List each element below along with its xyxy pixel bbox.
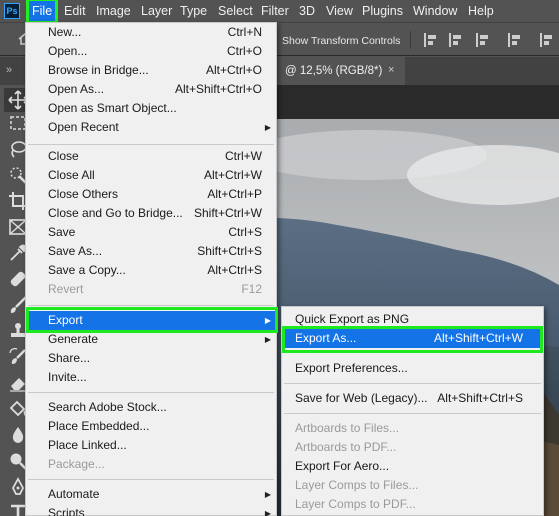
menu-item-open-as-smart-object[interactable]: Open as Smart Object... xyxy=(26,99,276,118)
menu-divider xyxy=(28,479,274,480)
menu-help[interactable]: Help xyxy=(468,0,494,22)
divider xyxy=(410,31,411,49)
menu-item-automate[interactable]: Automate ▶ xyxy=(26,485,276,504)
menu-plugins[interactable]: Plugins xyxy=(362,0,403,22)
menu-item-close-others[interactable]: Close Others Alt+Ctrl+P xyxy=(26,185,276,204)
menu-select[interactable]: Select xyxy=(218,0,253,22)
menu-type[interactable]: Type xyxy=(180,0,207,22)
menu-divider xyxy=(284,413,541,414)
menu-item-save[interactable]: Save Ctrl+S xyxy=(26,223,276,242)
align-right-edges-icon[interactable] xyxy=(476,33,490,47)
menu-bar: Ps File Edit Image Layer Type Select Fil… xyxy=(0,0,559,24)
submenu-arrow-icon: ▶ xyxy=(264,316,271,325)
align-left-edges-icon[interactable] xyxy=(424,33,438,47)
menu-item-open-as[interactable]: Open As... Alt+Shift+Ctrl+O xyxy=(26,80,276,99)
menu-item-place-linked[interactable]: Place Linked... xyxy=(26,436,276,455)
document-tab[interactable]: @ 12,5% (RGB/8*) × xyxy=(275,57,405,85)
menu-item-export[interactable]: Export ▶ xyxy=(26,311,276,330)
menu-item-export-for-aero[interactable]: Export For Aero... xyxy=(282,457,543,476)
document-tab-title: @ 12,5% (RGB/8*) xyxy=(285,65,383,77)
menu-view[interactable]: View xyxy=(326,0,353,22)
menu-window[interactable]: Window xyxy=(413,0,457,22)
menu-item-close-and-go-to-bridge[interactable]: Close and Go to Bridge... Shift+Ctrl+W xyxy=(26,204,276,223)
align-top-edges-icon[interactable] xyxy=(508,33,522,47)
menu-image[interactable]: Image xyxy=(96,0,131,22)
menu-item-search-adobe-stock[interactable]: Search Adobe Stock... xyxy=(26,398,276,417)
menu-item-artboards-to-files: Artboards to Files... xyxy=(295,421,400,435)
file-menu: New... Ctrl+N Open... Ctrl+O Browse in Bri… xyxy=(25,22,277,516)
menu-item-generate[interactable]: Generate ▶ xyxy=(26,330,276,349)
menu-item-export-as[interactable]: Export As... Alt+Shift+Ctrl+W xyxy=(282,329,543,348)
menu-item-scripts[interactable]: Scripts ▶ xyxy=(26,504,276,516)
menu-item-save-a-copy[interactable]: Save a Copy... Alt+Ctrl+S xyxy=(26,261,276,280)
submenu-arrow-icon: ▶ xyxy=(264,490,271,499)
menu-item-new[interactable]: New... Ctrl+N xyxy=(26,23,276,42)
menu-layer[interactable]: Layer xyxy=(141,0,172,22)
distribute-icon[interactable] xyxy=(540,33,554,47)
menu-item-quick-export-as-png[interactable]: Quick Export as PNG xyxy=(282,310,543,329)
menu-3d[interactable]: 3D xyxy=(299,0,315,22)
menu-item-close[interactable]: Close Ctrl+W xyxy=(26,147,276,166)
menu-item-package: Package... xyxy=(48,457,105,471)
submenu-arrow-icon: ▶ xyxy=(264,335,271,344)
menu-item-layer-comps-to-pdf: Layer Comps to PDF... xyxy=(295,497,416,511)
collapse-panels-icon[interactable]: » xyxy=(6,64,12,76)
menu-divider xyxy=(284,352,541,353)
menu-item-close-all[interactable]: Close All Alt+Ctrl+W xyxy=(26,166,276,185)
export-submenu: Quick Export as PNG Export As... Alt+Shif… xyxy=(281,306,544,516)
menu-item-open-recent[interactable]: Open Recent ▶ xyxy=(26,118,276,137)
menu-item-place-embedded[interactable]: Place Embedded... xyxy=(26,417,276,436)
photoshop-logo-icon[interactable]: Ps xyxy=(4,3,20,19)
menu-item-artboards-to-pdf: Artboards to PDF... xyxy=(295,440,397,454)
submenu-arrow-icon: ▶ xyxy=(264,509,271,516)
menu-divider xyxy=(28,392,274,393)
menu-item-save-for-web[interactable]: Save for Web (Legacy)... Alt+Shift+Ctrl+S xyxy=(282,389,543,408)
menu-divider xyxy=(28,144,274,145)
menu-divider xyxy=(284,383,541,384)
menu-item-open[interactable]: Open... Ctrl+O xyxy=(26,42,276,61)
menu-item-share[interactable]: Share... xyxy=(26,349,276,368)
menu-item-save-as[interactable]: Save As... Shift+Ctrl+S xyxy=(26,242,276,261)
menu-item-export-preferences[interactable]: Export Preferences... xyxy=(282,359,543,378)
menu-filter[interactable]: Filter xyxy=(261,0,289,22)
menu-item-browse-in-bridge[interactable]: Browse in Bridge... Alt+Ctrl+O xyxy=(26,61,276,80)
close-tab-icon[interactable]: × xyxy=(388,64,394,76)
menu-item-invite[interactable]: Invite... xyxy=(26,368,276,387)
show-transform-controls-label[interactable]: Show Transform Controls xyxy=(282,35,400,47)
submenu-arrow-icon: ▶ xyxy=(264,123,271,132)
menu-item-revert: Revert F12 xyxy=(48,282,262,296)
menu-file[interactable]: File xyxy=(25,0,59,24)
align-horizontal-centers-icon[interactable] xyxy=(449,33,463,47)
menu-edit[interactable]: Edit xyxy=(64,0,86,22)
menu-item-layer-comps-to-files: Layer Comps to Files... xyxy=(295,478,419,492)
menu-divider xyxy=(28,305,274,306)
